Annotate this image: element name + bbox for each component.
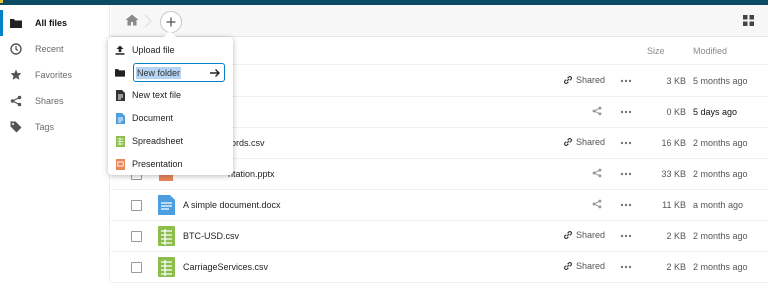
new-folder-name-input[interactable]: New folder [133,63,225,82]
link-icon [564,138,572,146]
share-icon [9,94,23,108]
menu-item-label: New text file [132,90,182,100]
file-size: 2 KB [666,231,686,241]
row-checkbox[interactable] [131,200,142,211]
chevron-right-icon [144,14,152,28]
file-size: 3 KB [666,76,686,86]
menu-item-label: Document [132,113,174,123]
file-name[interactable]: ords.csv [231,138,265,148]
tag-icon [9,120,23,134]
file-modified: 2 months ago [693,262,748,272]
file-name[interactable]: ntation.pptx [228,169,275,179]
spreadsheet-file-icon [158,257,175,277]
shared-link[interactable]: Shared [563,137,605,147]
shared-link[interactable]: Shared [563,261,605,271]
sidebar-item-shares[interactable]: Shares [0,88,109,114]
file-modified: 2 months ago [693,138,748,148]
file-name[interactable]: CarriageServices.csv [183,262,268,272]
sidebar-item-recent[interactable]: Recent [0,36,109,62]
menu-item-document[interactable]: Document [108,107,233,129]
sidebar-item-label: Shares [35,96,64,106]
menu-item-spreadsheet[interactable]: Spreadsheet [108,130,233,152]
file-modified: a month ago [693,200,744,210]
home-icon[interactable] [125,14,141,28]
sidebar-item-label: Tags [35,122,55,132]
sidebar-item-label: Recent [35,44,64,54]
breadcrumb-bar [111,5,768,37]
new-folder-input-value: New folder [136,67,182,79]
document-file-icon [158,195,175,215]
folder-icon [9,16,23,30]
star-icon [9,68,23,82]
presentation-icon [115,158,125,170]
file-size: 16 KB [661,138,686,148]
menu-item-upload-file[interactable]: Upload file [108,39,233,61]
link-icon [564,262,572,270]
brand-logo [0,0,3,3]
file-modified: 5 days ago [693,107,738,117]
shared-label: Shared [576,75,606,85]
add-new-button[interactable] [160,11,182,33]
sidebar-item-all-files[interactable]: All files [0,10,109,36]
row-checkbox[interactable] [131,231,142,242]
sidebar-item-tags[interactable]: Tags [0,114,109,140]
shared-label: Shared [576,230,606,240]
shared-label: Shared [576,261,606,271]
shared-link[interactable]: Shared [563,230,605,240]
shared-link[interactable]: Shared [563,75,605,85]
size-column-header[interactable]: Size [647,46,665,56]
menu-item-new-text-file[interactable]: New text file [108,84,233,106]
menu-item-label: Presentation [132,159,183,169]
file-modified: 2 months ago [693,231,748,241]
sidebar-item-label: All files [35,18,68,28]
file-size: 0 KB [666,107,686,117]
file-name[interactable]: BTC-USD.csv [183,231,239,241]
clock-icon [9,42,23,56]
arrow-right-icon[interactable] [209,67,221,79]
share-icon[interactable] [592,168,602,180]
shared-label: Shared [576,137,606,147]
file-name[interactable]: A simple document.docx [183,200,281,210]
sidebar-item-favorites[interactable]: Favorites [0,62,109,88]
new-item-menu: Upload file New folder New text file Doc… [108,31,233,175]
sidebar: All files Recent Favorites Shares Tags [0,5,110,281]
menu-item-label: Spreadsheet [132,136,184,146]
document-icon [115,112,125,124]
plus-icon [166,17,176,27]
row-checkbox[interactable] [131,262,142,273]
menu-item-new-folder[interactable]: New folder [108,61,233,83]
file-size: 33 KB [661,169,686,179]
folder-icon [115,66,125,78]
file-size: 11 KB [662,200,686,210]
sidebar-item-label: Favorites [35,70,73,80]
table-row[interactable]: CarriageServices.csv Shared 2 KB 2 month… [111,252,768,283]
grid-view-icon[interactable] [743,15,755,27]
spreadsheet-file-icon [158,226,175,246]
table-row[interactable]: BTC-USD.csv Shared 2 KB 2 months ago [111,221,768,252]
menu-item-label: Upload file [132,45,175,55]
file-size: 2 KB [666,262,686,272]
spreadsheet-icon [115,135,125,147]
link-icon [564,76,572,84]
link-icon [564,231,572,239]
file-modified: 2 months ago [693,169,748,179]
menu-item-presentation[interactable]: Presentation [108,153,233,175]
file-modified: 5 months ago [693,76,748,86]
upload-icon [115,44,125,56]
text-file-icon [115,89,125,101]
modified-column-header[interactable]: Modified [693,46,727,56]
share-icon[interactable] [592,199,602,211]
share-icon[interactable] [592,106,602,118]
table-row[interactable]: A simple document.docx 11 KB a month ago [111,190,768,221]
